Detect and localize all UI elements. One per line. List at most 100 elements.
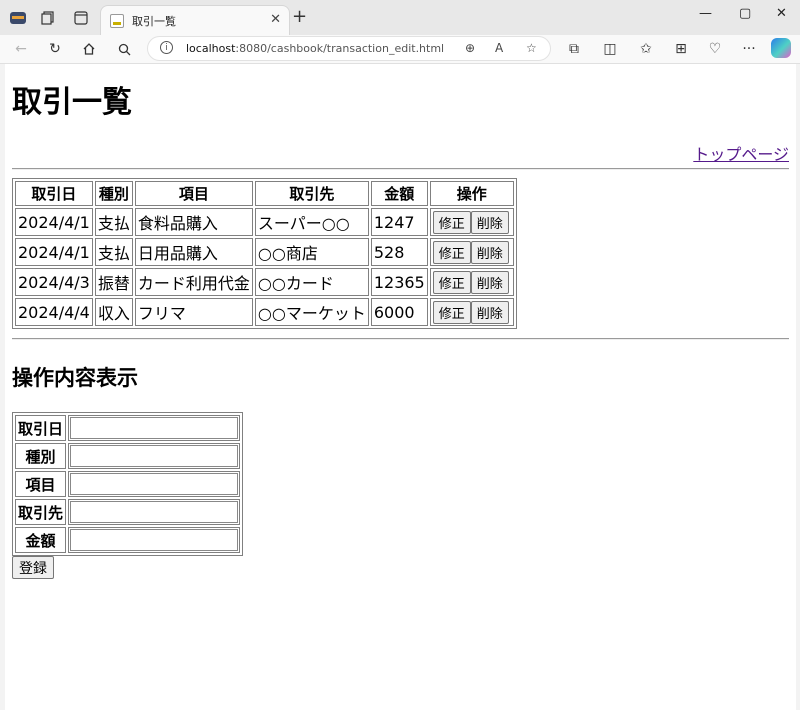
edit-button[interactable]: 修正: [432, 210, 471, 234]
zoom-icon[interactable]: ⊕: [465, 41, 475, 55]
cell-item: フリマ: [134, 298, 253, 326]
edit-button[interactable]: 修正: [432, 240, 471, 264]
close-tab-icon[interactable]: ✕: [270, 12, 281, 27]
form-cell-amount: [68, 527, 241, 553]
cell-amount: 12365: [370, 268, 428, 296]
browser-tab-bar: 取引一覧 ✕ + — ▢ ✕: [0, 0, 800, 36]
top-page-link[interactable]: トップページ: [693, 145, 789, 164]
amount-input[interactable]: [70, 529, 239, 551]
split-screen-icon[interactable]: ◫: [601, 40, 619, 58]
favorite-star-icon[interactable]: ☆: [526, 41, 537, 55]
extensions-icon[interactable]: ⧉: [565, 40, 583, 58]
cell-amount: 1247: [370, 208, 428, 236]
cell-item: 食料品購入: [134, 208, 253, 236]
transaction-table: 取引日 種別 項目 取引先 金額 操作 2024/4/1 支払 食料品購入 スー…: [12, 178, 517, 329]
back-icon[interactable]: ←: [12, 40, 30, 58]
search-icon[interactable]: [115, 40, 133, 58]
browser-toolbar: ← ↻ i localhost:8080/cashbook/transactio…: [0, 35, 800, 64]
partner-input[interactable]: [70, 501, 239, 523]
form-cell-date: [68, 415, 241, 441]
form-cell-type: [68, 443, 241, 469]
delete-button[interactable]: 削除: [470, 270, 509, 294]
table-row: 2024/4/3 振替 カード利用代金 ○○カード 12365 修正 削除: [15, 268, 514, 296]
cell-item: カード利用代金: [134, 268, 253, 296]
cell-amount: 528: [370, 238, 428, 266]
settings-more-icon[interactable]: ···: [740, 40, 758, 58]
refresh-icon[interactable]: ↻: [46, 40, 64, 58]
cell-partner: ○○カード: [254, 268, 369, 296]
browser-tab-active[interactable]: 取引一覧 ✕: [100, 5, 290, 36]
delete-button[interactable]: 削除: [470, 300, 509, 324]
close-window-icon[interactable]: ✕: [776, 6, 787, 21]
register-button[interactable]: 登録: [12, 556, 54, 579]
date-input[interactable]: [70, 417, 239, 439]
form-row-item: 項目: [15, 471, 241, 497]
form-label-type: 種別: [15, 443, 67, 469]
profile-icon[interactable]: [8, 8, 28, 28]
favorites-icon[interactable]: ✩: [637, 40, 655, 58]
type-input[interactable]: [70, 445, 239, 467]
delete-button[interactable]: 削除: [470, 210, 509, 234]
transaction-form: 取引日 種別 項目 取引先 金額: [12, 412, 244, 556]
divider-top: [12, 168, 789, 170]
cell-actions: 修正 削除: [429, 298, 514, 326]
read-aloud-icon[interactable]: A: [495, 41, 503, 55]
table-header-row: 取引日 種別 項目 取引先 金額 操作: [15, 181, 514, 206]
col-header-type: 種別: [94, 181, 133, 206]
edit-button[interactable]: 修正: [432, 270, 471, 294]
collections-icon[interactable]: [38, 8, 58, 28]
cell-date: 2024/4/1: [15, 238, 93, 266]
new-tab-icon[interactable]: +: [292, 8, 307, 26]
page-viewport: 取引一覧 トップページ 取引日 種別 項目 取引先 金額 操作 2024/4/1…: [5, 64, 796, 710]
form-label-amount: 金額: [15, 527, 67, 553]
browser-essentials-icon[interactable]: ♡: [706, 40, 724, 58]
cell-date: 2024/4/3: [15, 268, 93, 296]
table-row: 2024/4/1 支払 食料品購入 スーパー○○ 1247 修正 削除: [15, 208, 514, 236]
delete-button[interactable]: 削除: [470, 240, 509, 264]
edit-button[interactable]: 修正: [432, 300, 471, 324]
cell-type: 支払: [94, 208, 133, 236]
vertical-tabs-icon[interactable]: [71, 8, 91, 28]
cell-partner: ○○商店: [254, 238, 369, 266]
section-title: 操作内容表示: [12, 366, 138, 390]
col-header-item: 項目: [134, 181, 253, 206]
address-bar[interactable]: i localhost:8080/cashbook/transaction_ed…: [147, 36, 551, 61]
tab-title: 取引一覧: [132, 15, 176, 28]
maximize-icon[interactable]: ▢: [739, 6, 751, 21]
home-icon[interactable]: [80, 40, 98, 58]
form-row-amount: 金額: [15, 527, 241, 553]
minimize-icon[interactable]: —: [699, 6, 712, 21]
form-cell-partner: [68, 499, 241, 525]
col-header-partner: 取引先: [254, 181, 369, 206]
cell-actions: 修正 削除: [429, 238, 514, 266]
col-header-actions: 操作: [429, 181, 514, 206]
divider-bottom: [12, 338, 789, 340]
url-path: :8080/cashbook/transaction_edit.html: [235, 42, 445, 55]
url-text[interactable]: localhost:8080/cashbook/transaction_edit…: [186, 42, 444, 55]
cell-date: 2024/4/4: [15, 298, 93, 326]
cell-amount: 6000: [370, 298, 428, 326]
cell-actions: 修正 削除: [429, 268, 514, 296]
cell-partner: スーパー○○: [254, 208, 369, 236]
item-input[interactable]: [70, 473, 239, 495]
form-row-date: 取引日: [15, 415, 241, 441]
col-header-amount: 金額: [370, 181, 428, 206]
form-row-type: 種別: [15, 443, 241, 469]
col-header-date: 取引日: [15, 181, 93, 206]
cell-actions: 修正 削除: [429, 208, 514, 236]
cell-item: 日用品購入: [134, 238, 253, 266]
cell-type: 支払: [94, 238, 133, 266]
copilot-icon[interactable]: [771, 38, 791, 58]
form-row-partner: 取引先: [15, 499, 241, 525]
cell-date: 2024/4/1: [15, 208, 93, 236]
form-cell-item: [68, 471, 241, 497]
form-label-date: 取引日: [15, 415, 67, 441]
table-row: 2024/4/1 支払 日用品購入 ○○商店 528 修正 削除: [15, 238, 514, 266]
top-link-row: トップページ: [12, 141, 789, 164]
site-info-icon[interactable]: i: [160, 41, 173, 54]
collections-toolbar-icon[interactable]: ⊞: [672, 40, 690, 58]
url-host: localhost: [186, 42, 236, 55]
page-title: 取引一覧: [12, 85, 132, 120]
page-content: 取引一覧 トップページ 取引日 種別 項目 取引先 金額 操作 2024/4/1…: [5, 85, 796, 579]
table-row: 2024/4/4 収入 フリマ ○○マーケット 6000 修正 削除: [15, 298, 514, 326]
